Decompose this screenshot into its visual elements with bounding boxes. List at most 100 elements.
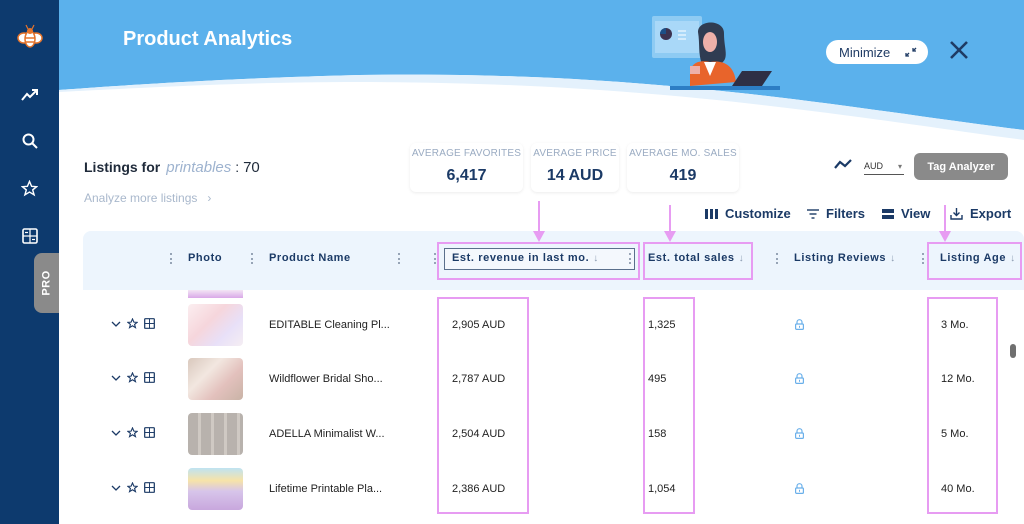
- row-actions: [111, 427, 155, 438]
- product-thumbnail[interactable]: [188, 358, 243, 400]
- trend-chart-icon[interactable]: [834, 158, 852, 170]
- filters-button[interactable]: Filters: [807, 206, 865, 221]
- stat-label: AVERAGE PRICE: [533, 148, 617, 159]
- stat-label: AVERAGE FAVORITES: [411, 148, 522, 159]
- stat-label: AVERAGE MO. SALES: [629, 148, 737, 159]
- column-menu-icon[interactable]: [433, 253, 436, 264]
- minimize-button[interactable]: Minimize: [826, 40, 928, 64]
- annotation-box-sales-values: [643, 297, 695, 514]
- annotation-box-revenue-values: [437, 297, 529, 514]
- calculator-icon[interactable]: [0, 228, 59, 244]
- customize-button[interactable]: Customize: [705, 206, 791, 221]
- sort-arrow-icon[interactable]: ↓: [890, 253, 896, 264]
- trend-icon[interactable]: [0, 88, 59, 102]
- lock-icon[interactable]: [795, 483, 804, 494]
- scrollbar-thumb[interactable]: [1010, 344, 1016, 358]
- collapse-icon: [905, 47, 917, 57]
- listings-summary: Listings for printables: 70: [84, 159, 260, 176]
- stat-average-mo-sales: AVERAGE MO. SALES 419: [627, 143, 739, 192]
- app-root: PRO Product Analytics Minimize Listings …: [0, 0, 1024, 524]
- stat-average-favorites: AVERAGE FAVORITES 6,417: [410, 143, 523, 192]
- columns-icon: [705, 208, 718, 219]
- product-thumbnail[interactable]: [188, 468, 243, 510]
- product-name[interactable]: Wildflower Bridal Sho...: [269, 373, 383, 385]
- header: Product Analytics Minimize: [59, 0, 1024, 140]
- filter-icon: [807, 208, 819, 219]
- calculator-icon[interactable]: [144, 427, 155, 438]
- column-menu-icon[interactable]: [921, 253, 924, 264]
- star-icon[interactable]: [127, 482, 138, 493]
- column-header-photo: Photo: [188, 252, 223, 264]
- column-menu-icon[interactable]: [397, 253, 400, 264]
- chevron-right-icon: ›: [207, 191, 212, 205]
- row-actions: [111, 318, 155, 329]
- page-title: Product Analytics: [123, 28, 293, 50]
- annotation-arrow: [939, 205, 951, 242]
- listings-separator: :: [235, 159, 240, 175]
- row-actions: [111, 372, 155, 383]
- listings-count: 70: [243, 159, 260, 176]
- annotation-box-revenue-header: [437, 242, 640, 280]
- chevron-down-icon[interactable]: [111, 320, 121, 328]
- chevron-down-icon[interactable]: [111, 484, 121, 492]
- bee-logo-icon[interactable]: [0, 24, 59, 50]
- lock-icon[interactable]: [795, 428, 804, 439]
- filters-label: Filters: [826, 206, 866, 221]
- customize-label: Customize: [725, 206, 791, 221]
- product-name[interactable]: Lifetime Printable Pla...: [269, 483, 382, 495]
- chevron-down-icon[interactable]: [111, 429, 121, 437]
- currency-select[interactable]: AUD ▾: [864, 161, 904, 175]
- analyze-more-label: Analyze more listings: [84, 191, 198, 205]
- calculator-icon[interactable]: [144, 372, 155, 383]
- stat-value: 419: [669, 167, 697, 184]
- calculator-icon[interactable]: [144, 318, 155, 329]
- star-icon[interactable]: [127, 372, 138, 383]
- search-icon[interactable]: [0, 133, 59, 149]
- close-button[interactable]: [947, 38, 971, 62]
- product-name[interactable]: EDITABLE Cleaning Pl...: [269, 319, 390, 331]
- row-actions: [111, 482, 155, 493]
- annotation-arrow: [664, 205, 676, 242]
- analyze-more-link[interactable]: Analyze more listings ›: [84, 191, 211, 205]
- minimize-label: Minimize: [839, 44, 891, 60]
- column-header-product-name: Product Name: [269, 252, 351, 264]
- tag-analyzer-button[interactable]: Tag Analyzer: [914, 153, 1008, 180]
- product-thumbnail[interactable]: [188, 413, 243, 455]
- annotation-box-age-header: [927, 242, 1022, 280]
- annotation-arrow: [533, 201, 545, 242]
- column-menu-icon[interactable]: [775, 253, 778, 264]
- listings-prefix: Listings for: [84, 159, 161, 175]
- star-icon[interactable]: [127, 318, 138, 329]
- chevron-down-icon[interactable]: [111, 374, 121, 382]
- calculator-icon[interactable]: [144, 482, 155, 493]
- currency-value: AUD: [864, 161, 884, 171]
- product-thumbnail[interactable]: [188, 304, 243, 346]
- analyst-illustration: [652, 16, 780, 90]
- column-menu-icon[interactable]: [169, 253, 172, 264]
- column-header-listing-reviews[interactable]: Listing Reviews ↓: [794, 252, 896, 264]
- stat-value: 14 AUD: [546, 167, 604, 184]
- annotation-box-age-values: [927, 297, 998, 514]
- product-thumbnail-partial: [188, 290, 243, 298]
- pro-label: PRO: [40, 270, 53, 296]
- export-button[interactable]: Export: [950, 206, 1011, 221]
- export-label: Export: [970, 206, 1012, 221]
- header-wave: [59, 0, 1024, 140]
- search-keyword[interactable]: printables: [166, 159, 231, 176]
- view-button[interactable]: View: [882, 206, 930, 221]
- caret-down-icon: ▾: [897, 162, 902, 171]
- pro-tab[interactable]: PRO: [34, 253, 59, 313]
- star-icon[interactable]: [0, 180, 59, 197]
- close-icon: [950, 41, 968, 59]
- column-menu-icon[interactable]: [250, 253, 253, 264]
- view-label: View: [901, 206, 931, 221]
- lock-icon[interactable]: [795, 319, 804, 330]
- stat-average-price: AVERAGE PRICE 14 AUD: [531, 143, 619, 192]
- sidebar: PRO: [0, 0, 59, 524]
- stat-value: 6,417: [446, 167, 487, 184]
- star-icon[interactable]: [127, 427, 138, 438]
- product-name[interactable]: ADELLA Minimalist W...: [269, 428, 385, 440]
- view-icon: [882, 208, 894, 219]
- annotation-box-sales-header: [643, 242, 753, 280]
- lock-icon[interactable]: [795, 373, 804, 384]
